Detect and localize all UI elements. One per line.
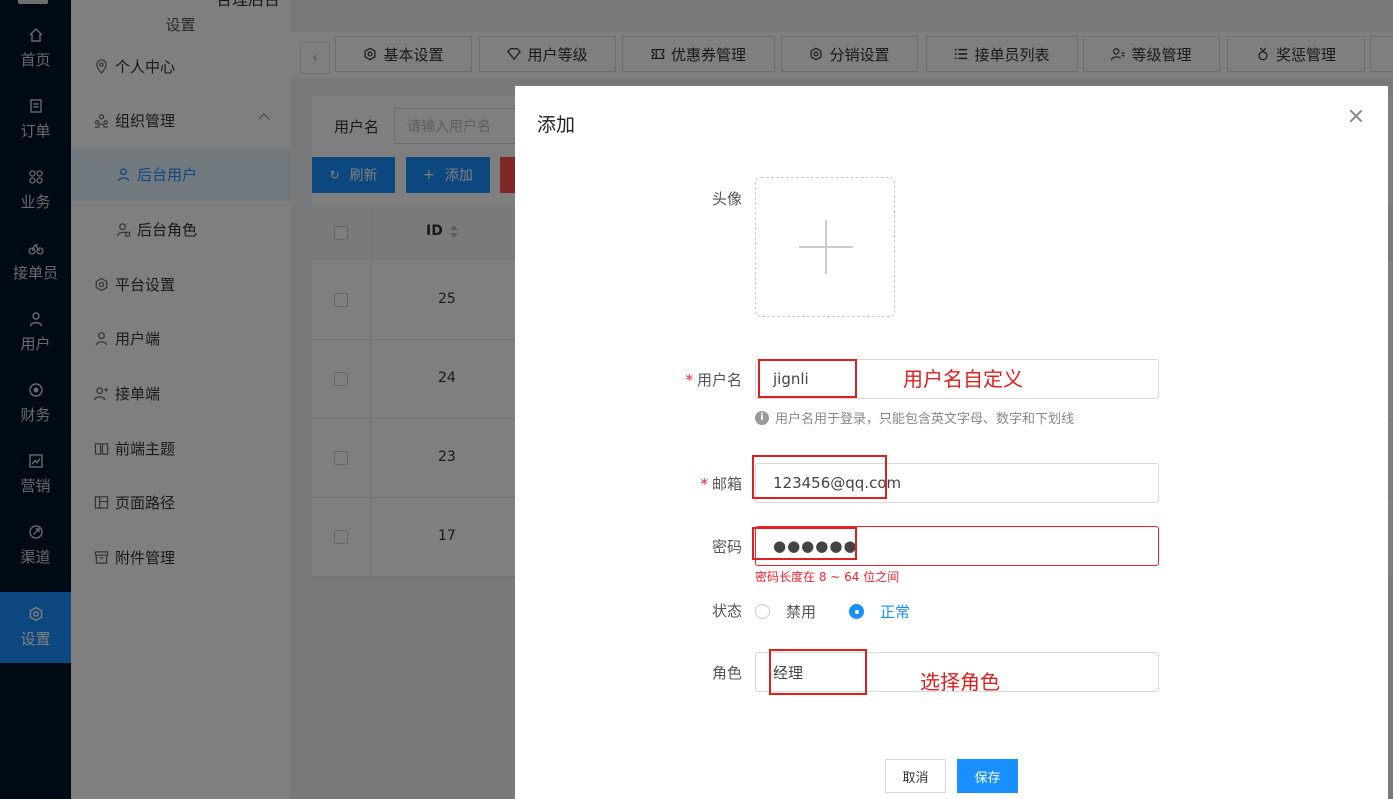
add-user-dialog: 添加 头像 * 用户名 jignli i 用户名用于登录，只能包含英文字母、数字和…	[515, 86, 1388, 799]
avatar-label: 头像	[711, 190, 742, 208]
annotation-role-note: 选择角色	[920, 670, 1000, 694]
annotation-box-role	[769, 649, 867, 695]
username-hint-text: 用户名用于登录，只能包含英文字母、数字和下划线	[775, 412, 1075, 427]
annotation-box-password	[752, 527, 857, 560]
avatar-upload[interactable]	[755, 177, 895, 317]
cancel-button[interactable]: 取消	[885, 759, 946, 793]
annotation-box-username	[758, 359, 857, 398]
role-label: 角色	[711, 664, 742, 682]
required-mark: *	[700, 475, 708, 493]
radio-dot	[755, 604, 770, 619]
info-icon: i	[755, 410, 769, 425]
radio-dot	[849, 604, 864, 619]
status-radio-disabled[interactable]: 禁用	[755, 601, 816, 622]
close-icon[interactable]	[1348, 108, 1364, 124]
save-button[interactable]: 保存	[957, 759, 1018, 793]
radio-label: 禁用	[786, 603, 817, 621]
status-radio-normal[interactable]: 正常	[849, 601, 910, 622]
required-mark: *	[685, 371, 693, 389]
username-hint: i 用户名用于登录，只能包含英文字母、数字和下划线	[755, 408, 1074, 427]
username-label-text: 用户名	[696, 371, 742, 389]
status-label: 状态	[711, 602, 742, 620]
email-label: * 邮箱	[622, 473, 742, 494]
radio-label: 正常	[880, 603, 911, 621]
email-label-text: 邮箱	[711, 475, 742, 493]
annotation-box-email	[752, 455, 887, 499]
annotation-username-note: 用户名自定义	[903, 367, 1023, 391]
password-label: 密码	[711, 538, 742, 556]
password-error: 密码长度在 8 ~ 64 位之间	[755, 570, 900, 584]
dialog-title: 添加	[537, 114, 576, 136]
username-label: * 用户名	[622, 369, 742, 390]
